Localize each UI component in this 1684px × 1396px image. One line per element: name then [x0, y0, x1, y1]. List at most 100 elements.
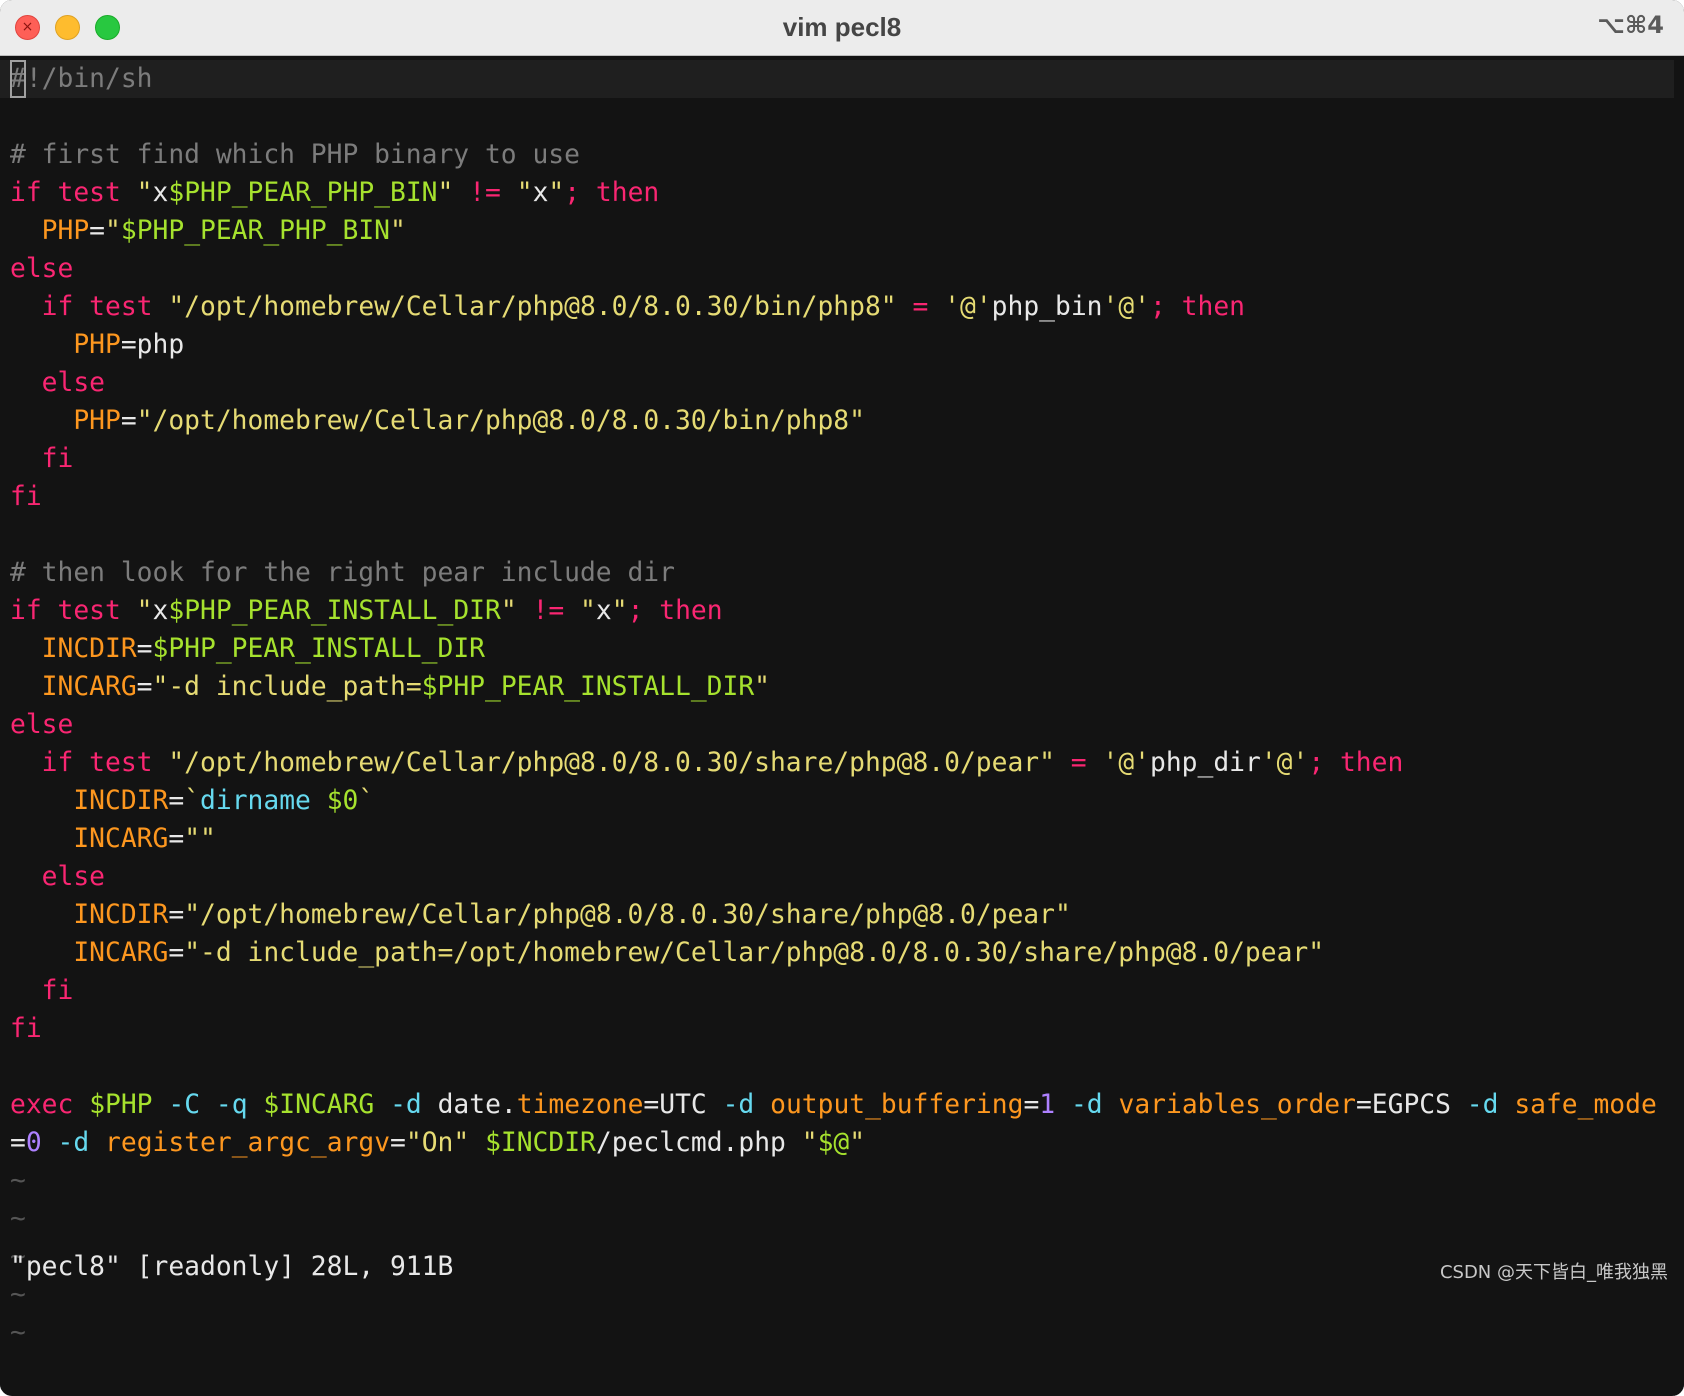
code-line[interactable]: PHP=php: [10, 326, 1657, 364]
code-token: ": [500, 596, 517, 626]
code-line[interactable]: PHP="$PHP_PEAR_PHP_BIN": [10, 212, 1657, 250]
code-line[interactable]: fi: [10, 972, 1657, 1010]
code-token: -d: [722, 1090, 755, 1120]
code-token: if test: [41, 748, 169, 778]
code-token: 0: [25, 1128, 42, 1158]
code-line[interactable]: else: [10, 858, 1657, 896]
code-token: exec: [10, 1090, 74, 1120]
code-token: /peclcmd.php: [595, 1128, 802, 1158]
code-token: `: [184, 786, 201, 816]
code-token: else: [10, 254, 74, 284]
code-token: if test: [10, 178, 137, 208]
code-line[interactable]: else: [10, 706, 1657, 744]
code-token: safe_mode: [1514, 1090, 1657, 1120]
code-line[interactable]: if test "/opt/homebrew/Cellar/php@8.0/8.…: [10, 288, 1657, 326]
code-token: if test: [41, 292, 169, 322]
vim-editor[interactable]: #!/bin/sh # first find which PHP binary …: [0, 56, 1674, 1390]
code-token: "On": [405, 1128, 470, 1158]
code-token: $PHP_PEAR_INSTALL_DIR: [421, 672, 755, 702]
code-token: date.: [421, 1090, 517, 1120]
code-line[interactable]: ~: [10, 1162, 1657, 1200]
code-token: variables_order: [1118, 1090, 1356, 1120]
code-line[interactable]: fi: [10, 1010, 1657, 1048]
code-token: =: [168, 786, 185, 816]
code-token: else: [41, 368, 106, 398]
scrollbar[interactable]: [1674, 56, 1684, 1396]
code-line[interactable]: exec $PHP -C -q $INCARG -d date.timezone…: [10, 1086, 1657, 1124]
code-token: INCDIR: [73, 786, 169, 816]
code-token: =php: [120, 330, 185, 360]
code-token: ": [611, 596, 628, 626]
code-line[interactable]: #!/bin/sh: [10, 60, 1657, 98]
code-line[interactable]: if test "x$PHP_PEAR_PHP_BIN" != "x"; the…: [10, 174, 1657, 212]
code-line[interactable]: INCDIR=`dirname $0`: [10, 782, 1657, 820]
code-line[interactable]: if test "x$PHP_PEAR_INSTALL_DIR" != "x";…: [10, 592, 1657, 630]
code-token: ": [516, 178, 533, 208]
code-buffer[interactable]: #!/bin/sh # first find which PHP binary …: [10, 60, 1657, 1352]
window-title: vim pecl8: [782, 12, 902, 42]
code-token: ": [754, 672, 770, 702]
code-token: ; then: [564, 178, 660, 208]
code-line[interactable]: if test "/opt/homebrew/Cellar/php@8.0/8.…: [10, 744, 1657, 782]
code-token: -d: [390, 1090, 422, 1120]
code-token: PHP: [73, 406, 121, 436]
code-token: ": [849, 1128, 866, 1158]
code-token: "/opt/homebrew/Cellar/php@8.0/8.0.30/bin…: [136, 406, 865, 436]
code-line[interactable]: PHP="/opt/homebrew/Cellar/php@8.0/8.0.30…: [10, 402, 1657, 440]
code-line[interactable]: fi: [10, 440, 1657, 478]
vim-command-line: "pecl8" [readonly] 28L, 911B: [10, 1252, 454, 1282]
code-token: '@': [1102, 748, 1150, 778]
code-token: !=: [532, 596, 565, 626]
code-token: ; then: [1308, 748, 1404, 778]
code-token: =: [168, 824, 185, 854]
code-token: PHP: [73, 330, 121, 360]
code-token: `: [358, 786, 375, 816]
code-token: # then look for the right pear include d…: [10, 558, 675, 588]
code-token: ": [801, 1128, 818, 1158]
code-line[interactable]: [10, 1048, 1657, 1086]
code-line[interactable]: INCARG="": [10, 820, 1657, 858]
code-line[interactable]: # then look for the right pear include d…: [10, 554, 1657, 592]
code-line[interactable]: [10, 516, 1657, 554]
code-token: ": [390, 216, 406, 246]
code-line[interactable]: INCARG="-d include_path=/opt/homebrew/Ce…: [10, 934, 1657, 972]
code-line[interactable]: # first find which PHP binary to use: [10, 136, 1657, 174]
code-token: php_bin: [991, 292, 1103, 322]
title-bar[interactable]: × vim pecl8 ⌥⌘4: [0, 0, 1684, 56]
code-token: $INCDIR: [485, 1128, 596, 1158]
code-token: else: [10, 710, 74, 740]
code-token: fi: [41, 444, 74, 474]
code-line[interactable]: INCDIR=$PHP_PEAR_INSTALL_DIR: [10, 630, 1657, 668]
code-token: x: [152, 596, 169, 626]
code-line[interactable]: else: [10, 364, 1657, 402]
code-token: x: [532, 178, 549, 208]
code-line[interactable]: =0 -d register_argc_argv="On" $INCDIR/pe…: [10, 1124, 1657, 1162]
code-token: -C: [168, 1090, 201, 1120]
code-line[interactable]: else: [10, 250, 1657, 288]
code-line[interactable]: [10, 98, 1657, 136]
code-line[interactable]: ~: [10, 1200, 1657, 1238]
watermark: CSDN @天下皆白_唯我独黑: [1439, 1262, 1668, 1283]
code-token: ": [437, 178, 454, 208]
code-line[interactable]: INCARG="-d include_path=$PHP_PEAR_INSTAL…: [10, 668, 1657, 706]
code-token: timezone: [516, 1090, 644, 1120]
code-token: if test: [10, 596, 137, 626]
code-line[interactable]: INCDIR="/opt/homebrew/Cellar/php@8.0/8.0…: [10, 896, 1657, 934]
code-token: -d: [57, 1128, 90, 1158]
code-token: ": [548, 178, 565, 208]
code-line[interactable]: fi: [10, 478, 1657, 516]
code-line[interactable]: ~: [10, 1314, 1657, 1352]
code-token: $@: [817, 1128, 850, 1158]
